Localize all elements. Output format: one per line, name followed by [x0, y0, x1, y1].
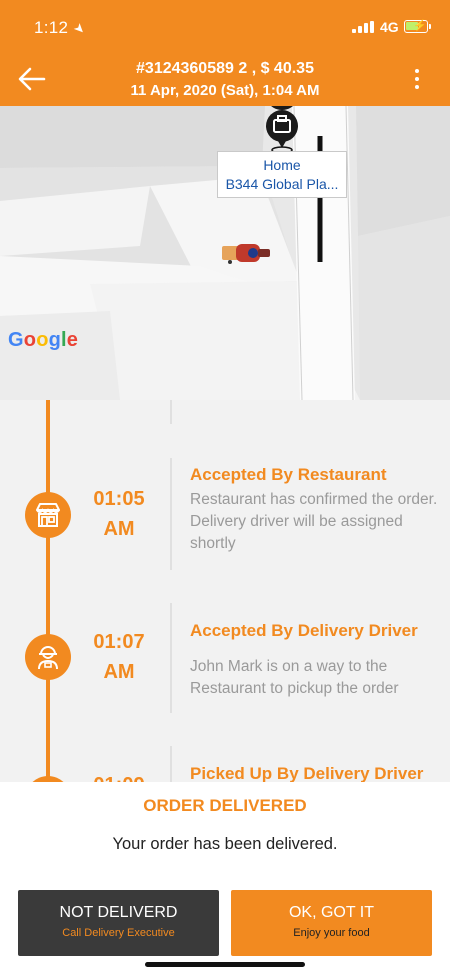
delivery-driver-icon [25, 634, 71, 680]
status-bar: 1:12 ➤ 4G ⚡ [0, 0, 450, 54]
status-time: 1:12 ➤ [34, 18, 90, 38]
ok-got-it-button[interactable]: OK, GOT IT Enjoy your food [231, 890, 432, 956]
status-time-text: 1:12 [34, 18, 69, 37]
timeline-divider [170, 746, 172, 782]
order-date: 11 Apr, 2020 (Sat), 1:04 AM [130, 82, 320, 99]
marker-label-address: B344 Global Pla... [225, 176, 339, 192]
timeline-divider [170, 400, 172, 424]
order-delivered-sheet: ORDER DELIVERED Your order has been deli… [0, 782, 450, 974]
more-options-button[interactable] [404, 66, 430, 92]
timeline-divider [170, 458, 172, 570]
marker-label-title: Home [263, 157, 301, 173]
back-arrow-icon [18, 67, 46, 91]
network-label: 4G [380, 19, 399, 35]
sheet-title: ORDER DELIVERED [143, 796, 307, 815]
order-timeline: 01:05 AM Accepted By Restaurant Restaura… [0, 400, 450, 782]
timeline-time-meridiem: AM [103, 661, 135, 683]
delivery-map[interactable]: Home B344 Global Pla... Google [0, 106, 450, 400]
order-title: #3124360589 2 , $ 40.35 [136, 60, 314, 77]
home-marker-label: Home B344 Global Pla... [217, 151, 347, 198]
location-arrow-icon: ➤ [70, 19, 90, 38]
sheet-message: Your order has been delivered. [112, 835, 338, 853]
not-delivered-button[interactable]: NOT DELIVERD Call Delivery Executive [18, 890, 219, 956]
battery-icon: ⚡ [404, 20, 431, 33]
timeline-title: Accepted By Delivery Driver [190, 621, 418, 640]
store-icon [25, 492, 71, 538]
not-delivered-sublabel: Call Delivery Executive [62, 927, 175, 939]
timeline-description: John Mark is on a way to the Restaurant … [190, 658, 399, 697]
timeline-time: 01:07 AM [80, 627, 158, 687]
signal-icon [352, 21, 374, 33]
timeline-divider [170, 603, 172, 713]
ok-got-it-sublabel: Enjoy your food [293, 927, 370, 939]
google-logo: Google [8, 329, 79, 351]
ok-got-it-label: OK, GOT IT [288, 904, 375, 921]
timeline-description: Restaurant has confirmed the order. Deli… [190, 491, 438, 552]
timeline-time: 01:05 AM [80, 484, 158, 544]
timeline-title: Picked Up By Delivery Driver [190, 764, 424, 782]
home-indicator[interactable] [145, 962, 305, 967]
timeline-time-value: 01:09 [80, 770, 158, 782]
timeline-time-meridiem: AM [103, 518, 135, 540]
timeline-time-value: 01:05 [93, 488, 145, 510]
app-header: 1:12 ➤ 4G ⚡ #3124360589 2 , $ 40.35 11 Ap… [0, 0, 450, 106]
back-button[interactable] [14, 62, 50, 96]
timeline-line [46, 400, 50, 782]
timeline-time-value: 01:07 [93, 631, 145, 653]
timeline-title: Accepted By Restaurant [190, 465, 387, 484]
timeline-time: 01:09 [80, 770, 158, 782]
not-delivered-label: NOT DELIVERD [59, 904, 178, 921]
